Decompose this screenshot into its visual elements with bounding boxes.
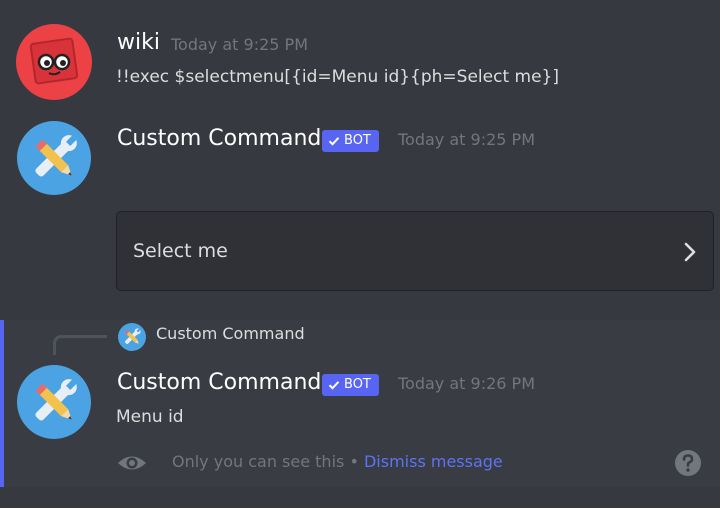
author-name[interactable]: Custom Command <box>117 126 321 151</box>
eye-icon <box>118 456 146 470</box>
bot-badge-label: BOT <box>344 133 371 148</box>
reply-author-name[interactable]: Custom Command <box>156 324 305 343</box>
select-menu-placeholder: Select me <box>133 240 228 262</box>
ephemeral-highlight-bar <box>0 320 4 487</box>
help-icon[interactable] <box>674 449 702 477</box>
verified-check-icon <box>328 381 340 390</box>
timestamp: Today at 9:26 PM <box>398 374 535 393</box>
reply-spine <box>53 335 107 355</box>
wiki-avatar-icon <box>29 37 79 85</box>
author-name[interactable]: wiki <box>117 30 160 55</box>
bot-badge-label: BOT <box>344 377 371 392</box>
timestamp: Today at 9:25 PM <box>398 130 535 149</box>
pencil-wrench-icon <box>124 328 141 345</box>
bot-badge: BOT <box>322 374 379 396</box>
message-content: !!exec $selectmenu[{id=Menu id}{ph=Selec… <box>116 67 559 87</box>
avatar[interactable] <box>16 24 92 100</box>
message-content: Menu id <box>116 407 184 427</box>
timestamp: Today at 9:25 PM <box>171 35 308 54</box>
pencil-wrench-icon <box>35 379 77 421</box>
avatar[interactable] <box>17 365 91 439</box>
pencil-wrench-icon <box>35 135 77 177</box>
avatar[interactable] <box>17 121 91 195</box>
bot-badge: BOT <box>322 130 379 152</box>
author-name[interactable]: Custom Command <box>117 370 321 395</box>
separator: • <box>344 452 364 471</box>
dismiss-message-link[interactable]: Dismiss message <box>364 452 503 471</box>
ephemeral-note: Only you can see this • Dismiss message <box>172 452 503 471</box>
reply-avatar <box>118 323 146 351</box>
ephemeral-note-text: Only you can see this <box>172 452 345 471</box>
chevron-right-icon <box>684 242 696 262</box>
verified-check-icon <box>328 137 340 146</box>
select-menu[interactable]: Select me <box>116 211 714 291</box>
